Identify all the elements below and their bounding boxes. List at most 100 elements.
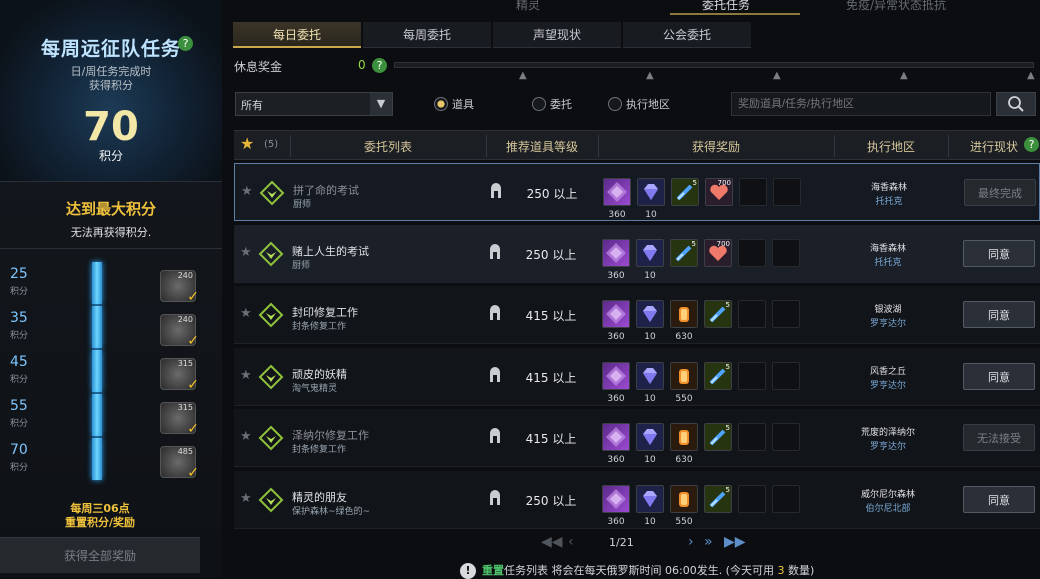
radio-button[interactable] — [434, 97, 448, 111]
reward-badge: 700 — [716, 239, 730, 248]
category-dropdown[interactable]: 所有 ▼ — [235, 92, 393, 116]
reward-badge: 5 — [725, 362, 730, 371]
first-page-icon[interactable]: ◀◀ — [541, 534, 563, 550]
table-row[interactable]: ★ 顽皮的妖精 淘气鬼精灵 415 以上 360 10 550 5 风香之丘 罗亨达尔 同意 — [234, 347, 1040, 406]
star-icon[interactable]: ★ — [240, 245, 252, 260]
reward-item-icon[interactable] — [636, 423, 664, 451]
reward-item-icon[interactable] — [670, 361, 698, 390]
star-icon[interactable]: ★ — [240, 368, 252, 383]
star-icon[interactable]: ★ — [241, 184, 253, 199]
reward-item-icon[interactable]: 5 — [704, 484, 732, 513]
panel-subtitle-2: 获得积分 — [89, 79, 133, 92]
status-button[interactable]: 同意 — [963, 362, 1035, 390]
star-icon[interactable]: ★ — [240, 134, 254, 153]
reward-chest-icon[interactable]: 240 ✓ — [160, 314, 199, 349]
last-page-icon[interactable]: ▶▶ — [724, 534, 746, 550]
reward-item-icon[interactable] — [602, 423, 630, 451]
status-button[interactable]: 同意 — [963, 239, 1035, 267]
reward-item-icon[interactable] — [602, 484, 630, 513]
reward-item-icon[interactable] — [602, 361, 630, 390]
search-button[interactable] — [996, 92, 1036, 116]
reward-item-icon[interactable]: 5 — [670, 238, 698, 267]
reward-item-icon[interactable] — [637, 178, 665, 206]
reward-item-icon[interactable]: 700 — [705, 178, 733, 206]
reward-item-icon[interactable] — [636, 361, 664, 390]
item-level: 250 以上 — [525, 493, 577, 508]
reward-count: 360 — [607, 455, 625, 465]
claim-all-button[interactable]: 获得全部奖励 — [0, 537, 200, 573]
reward-item-icon[interactable]: 5 — [704, 361, 732, 390]
reward-chest-icon[interactable]: 315 ✓ — [160, 358, 199, 393]
milestone-row: 25 积分 240 ✓ — [0, 262, 222, 306]
tab-daily[interactable]: 每日委托 — [233, 22, 361, 48]
reward-item-icon[interactable]: 5 — [671, 178, 699, 206]
status-button[interactable]: 同意 — [963, 301, 1035, 328]
reward-chest-icon[interactable]: 485 ✓ — [160, 446, 199, 481]
status-button[interactable]: 无法接受 — [963, 424, 1035, 451]
reward-item-icon[interactable] — [670, 300, 698, 328]
table-row[interactable]: ★ 赌上人生的考试 厨师 250 以上 360 10 5 700 海香森林 托托克 同意 — [234, 224, 1040, 283]
help-icon[interactable]: ? — [1024, 137, 1039, 152]
header-rewards: 获得奖励 — [691, 140, 740, 154]
help-icon[interactable]: ? — [372, 58, 387, 73]
next-many-icon[interactable]: » — [704, 534, 713, 550]
reward-item-icon[interactable]: 700 — [704, 238, 732, 267]
reward-item-icon[interactable] — [636, 484, 664, 513]
page-indicator: 1/21 — [609, 536, 634, 549]
search-icon — [1008, 96, 1024, 112]
reward-chest-icon[interactable]: 240 ✓ — [160, 270, 199, 305]
radio-region[interactable]: 执行地区 — [608, 96, 670, 112]
reward-item-icon[interactable] — [602, 300, 630, 328]
region-name: 海香森林 — [869, 243, 906, 254]
status-button[interactable]: 同意 — [963, 485, 1035, 513]
radio-button[interactable] — [532, 97, 546, 111]
header-item-level: 推荐道具等级 — [505, 140, 578, 154]
pagination: ◀◀ ‹ 1/21 › » ▶▶ — [234, 534, 794, 554]
milestone-bar — [92, 438, 102, 480]
region-name: 风香之丘 — [869, 366, 906, 377]
reward-count: 10 — [644, 393, 656, 404]
tab-guild[interactable]: 公会委托 — [623, 22, 751, 48]
reward-item-icon[interactable] — [670, 484, 698, 513]
commission-emblem-icon — [258, 364, 284, 389]
table-row[interactable]: ★ 封印修复工作 封条修复工作 415 以上 360 10 630 5 银波湖 罗亨达尔 同意 — [234, 286, 1040, 344]
table-row[interactable]: ★ 泽纳尔修复工作 封条修复工作 415 以上 360 10 630 5 荒废的泽纳尔 罗亨达尔 无… — [234, 409, 1040, 467]
tab-commission[interactable]: 委托任务 — [702, 0, 750, 13]
item-level: 250 以上 — [525, 247, 577, 262]
check-icon: ✓ — [187, 333, 199, 349]
table-row[interactable]: ★ 精灵的朋友 保护森林~绿色的~ 250 以上 360 10 550 5 威尔尼尔森林 伯尔尼北… — [234, 470, 1040, 529]
reward-count: 10 — [644, 516, 656, 527]
tab-reputation[interactable]: 声望现状 — [493, 22, 621, 48]
reward-item-icon[interactable] — [603, 178, 631, 206]
help-icon[interactable]: ? — [178, 36, 193, 51]
reward-item-icon[interactable]: 5 — [704, 300, 732, 328]
table-row[interactable]: ★ 拼了命的考试 厨师 250 以上 360 10 5 700 海香森林 托托克 最终完成 — [234, 163, 1040, 221]
milestone-value: 55 — [10, 398, 28, 414]
empty-reward-slot — [738, 484, 766, 513]
search-input[interactable] — [731, 92, 991, 116]
tab-immunity[interactable]: 免疫/异常状态抵抗 — [846, 0, 946, 13]
star-icon[interactable]: ★ — [240, 429, 252, 444]
favorite-count: (5) — [264, 139, 279, 150]
tab-weekly[interactable]: 每周委托 — [363, 22, 491, 48]
star-icon[interactable]: ★ — [240, 306, 252, 321]
empty-reward-slot — [772, 238, 800, 267]
milestone-bar — [92, 350, 102, 392]
status-button[interactable]: 最终完成 — [964, 179, 1036, 206]
reward-item-icon[interactable] — [636, 300, 664, 328]
radio-item[interactable]: 道具 — [434, 96, 474, 112]
reward-item-icon[interactable] — [670, 423, 698, 451]
tab-spirit[interactable]: 精灵 — [516, 0, 540, 13]
reward-chest-icon[interactable]: 315 ✓ — [160, 402, 199, 437]
reward-count: 550 — [675, 516, 693, 527]
next-page-icon[interactable]: › — [688, 534, 694, 550]
helmet-icon — [490, 243, 500, 259]
radio-commission[interactable]: 委托 — [532, 96, 572, 112]
prev-page-icon[interactable]: ‹ — [568, 534, 574, 550]
radio-button[interactable] — [608, 97, 622, 111]
reward-item-icon[interactable]: 5 — [704, 423, 732, 451]
star-icon[interactable]: ★ — [240, 491, 252, 506]
reward-item-icon[interactable] — [602, 238, 630, 267]
chevron-down-icon[interactable]: ▼ — [370, 93, 392, 115]
reward-item-icon[interactable] — [636, 238, 664, 267]
